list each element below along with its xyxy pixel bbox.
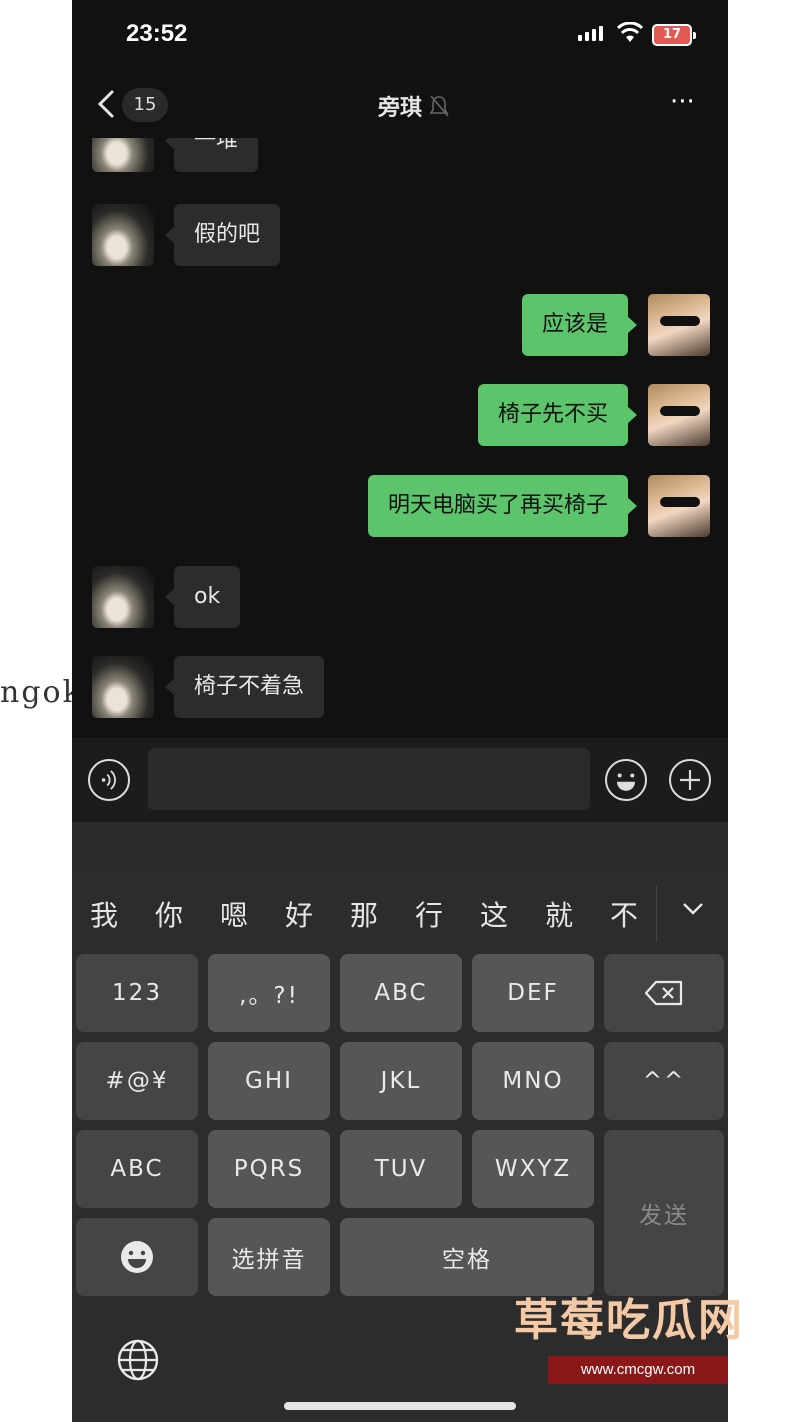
candidate-divider xyxy=(656,886,657,942)
status-bar: 23:52 17 xyxy=(72,0,728,70)
candidate-word[interactable]: 你 xyxy=(149,894,189,934)
candidate-word[interactable]: 那 xyxy=(344,894,384,934)
candidate-word[interactable]: 就 xyxy=(539,894,579,934)
key-select-pinyin[interactable]: 选拼音 xyxy=(208,1218,330,1296)
candidate-word[interactable]: 嗯 xyxy=(214,894,254,934)
key-pqrs[interactable]: PQRS xyxy=(208,1130,330,1208)
input-bar xyxy=(72,738,728,822)
emoji-keyboard-button[interactable] xyxy=(76,1218,198,1296)
site-watermark: 草莓吃瓜网 www.cmcgw.com xyxy=(514,1284,744,1384)
message-outgoing: 明天电脑买了再买椅子 xyxy=(367,475,710,537)
message-bubble[interactable]: ok xyxy=(164,566,241,628)
key-mno[interactable]: MNO xyxy=(472,1042,594,1120)
message-incoming: 椅子不着急 xyxy=(92,656,325,718)
message-outgoing: 应该是 xyxy=(521,294,710,356)
message-bubble[interactable]: 应该是 xyxy=(521,294,638,356)
key-def[interactable]: DEF xyxy=(472,954,594,1032)
globe-icon[interactable] xyxy=(116,1338,160,1382)
message-incoming: 一堆 xyxy=(92,138,259,172)
self-avatar[interactable] xyxy=(648,384,710,446)
phone-screen: 23:52 17 15 旁琪 ··· 一堆 假的吧 应该是 椅子先不买 明天电脑… xyxy=(72,0,728,1422)
battery-indicator: 17 xyxy=(652,24,696,46)
message-input[interactable] xyxy=(148,748,590,810)
self-avatar[interactable] xyxy=(648,294,710,356)
key-wxyz[interactable]: WXYZ xyxy=(472,1130,594,1208)
chat-title: 旁琪 xyxy=(377,96,422,121)
send-button[interactable]: 发送 xyxy=(604,1130,724,1296)
cellular-signal-icon xyxy=(578,26,603,41)
key-tuv[interactable]: TUV xyxy=(340,1130,462,1208)
backspace-button[interactable] xyxy=(604,954,724,1032)
chat-header: 15 旁琪 ··· xyxy=(72,78,728,134)
backspace-icon xyxy=(644,980,683,1006)
watermark-url: www.cmcgw.com xyxy=(548,1356,728,1384)
message-bubble[interactable]: 椅子不着急 xyxy=(164,656,325,718)
message-bubble[interactable]: 椅子先不买 xyxy=(477,384,638,446)
plus-icon[interactable] xyxy=(669,759,711,801)
key-abc-switch[interactable]: ABC xyxy=(76,1130,198,1208)
message-incoming: ok xyxy=(92,566,241,628)
keyboard-toolbar xyxy=(72,822,728,872)
key-abc[interactable]: ABC xyxy=(340,954,462,1032)
message-incoming: 假的吧 xyxy=(92,204,281,266)
candidate-word[interactable]: 我 xyxy=(84,894,124,934)
candidate-word[interactable]: 行 xyxy=(409,894,449,934)
key-ghi[interactable]: GHI xyxy=(208,1042,330,1120)
contact-avatar[interactable] xyxy=(92,138,154,172)
chevron-down-icon[interactable] xyxy=(678,894,708,924)
left-letterbox: ngok.cc xyxy=(0,0,130,1422)
voice-input-icon[interactable] xyxy=(88,759,130,801)
key-jkl[interactable]: JKL xyxy=(340,1042,462,1120)
contact-avatar[interactable] xyxy=(92,656,154,718)
self-avatar[interactable] xyxy=(648,475,710,537)
more-options-button[interactable]: ··· xyxy=(670,89,702,116)
muted-bell-icon xyxy=(429,95,449,117)
candidate-word[interactable]: 好 xyxy=(279,894,319,934)
message-list: 一堆 假的吧 应该是 椅子先不买 明天电脑买了再买椅子 ok 椅子不着急 xyxy=(72,138,728,738)
key-123[interactable]: 123 xyxy=(76,954,198,1032)
message-bubble[interactable]: 假的吧 xyxy=(164,204,281,266)
candidate-word[interactable]: 这 xyxy=(474,894,514,934)
message-outgoing: 椅子先不买 xyxy=(477,384,710,446)
key-emoticon[interactable]: ^^ xyxy=(604,1042,724,1120)
wifi-icon xyxy=(617,22,643,42)
key-punctuation[interactable]: ,。?! xyxy=(208,954,330,1032)
candidate-word[interactable]: 不 xyxy=(604,894,644,934)
candidate-bar: 我 你 嗯 好 那 行 这 就 不 xyxy=(72,880,728,952)
contact-avatar[interactable] xyxy=(92,204,154,266)
emoji-icon[interactable] xyxy=(605,759,647,801)
contact-avatar[interactable] xyxy=(92,566,154,628)
key-symbols[interactable]: #@¥ xyxy=(76,1042,198,1120)
message-bubble[interactable]: 明天电脑买了再买椅子 xyxy=(367,475,638,537)
watermark-title: 草莓吃瓜网 xyxy=(514,1295,744,1346)
status-time: 23:52 xyxy=(126,20,188,47)
home-indicator[interactable] xyxy=(284,1402,516,1410)
emoji-icon xyxy=(121,1241,153,1273)
right-letterbox xyxy=(728,0,800,1422)
message-bubble[interactable]: 一堆 xyxy=(164,138,259,172)
